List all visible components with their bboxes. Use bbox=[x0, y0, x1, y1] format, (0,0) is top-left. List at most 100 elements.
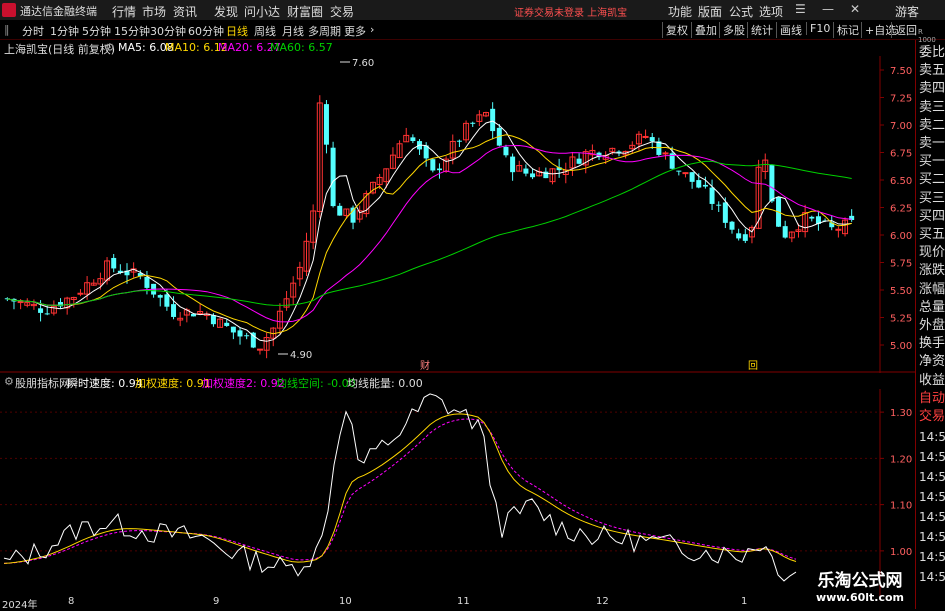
close-icon[interactable]: ✕ bbox=[850, 2, 860, 16]
chart-infobar: 上海凯宝(日线 前复权) ⚙ MA5: 6.08 MA10: 6.12 MA20… bbox=[0, 40, 880, 56]
candle-body bbox=[769, 164, 775, 202]
menu-icon[interactable]: ☰ bbox=[795, 2, 806, 16]
menu-faxian[interactable]: 发现 bbox=[214, 3, 238, 20]
trade-time: 14:56 bbox=[919, 470, 945, 484]
login-warning: 证券交易未登录 上海凯宝 bbox=[514, 8, 628, 19]
tab-30min[interactable]: 30分钟 bbox=[150, 23, 186, 39]
menu-gongshi[interactable]: 公式 bbox=[729, 3, 753, 20]
candle-body bbox=[490, 108, 496, 132]
candle-body bbox=[430, 159, 436, 171]
low-price-label: 4.90 bbox=[290, 350, 312, 361]
month-label: 8 bbox=[68, 596, 75, 607]
candle-body bbox=[237, 330, 243, 337]
f10-button[interactable]: F10 bbox=[806, 22, 830, 35]
indicator-chart[interactable]: 1.30 1.20 1.10 1.00 bbox=[0, 389, 915, 596]
candle-body bbox=[77, 292, 84, 295]
diejia-button[interactable]: 叠加 bbox=[691, 22, 717, 38]
menu-zixun[interactable]: 资讯 bbox=[173, 3, 197, 20]
duogu-button[interactable]: 多股 bbox=[719, 22, 745, 38]
biaoji-button[interactable]: 标记 bbox=[833, 22, 859, 38]
sidebar-label: 总量 bbox=[919, 299, 945, 315]
menu-shichang[interactable]: 市场 bbox=[142, 3, 166, 20]
huaxian-button[interactable]: 画线 bbox=[776, 22, 802, 38]
finance-marker[interactable]: 财 bbox=[420, 359, 430, 372]
month-label: 1 bbox=[741, 596, 748, 607]
sidebar-label: 收益 bbox=[919, 372, 945, 388]
sidebar-label: 换手 bbox=[919, 336, 945, 352]
ma5-line bbox=[7, 120, 852, 342]
candle-body bbox=[736, 233, 742, 239]
sidebar-label: 卖四 bbox=[919, 81, 945, 97]
candlestick-chart[interactable]: 7.50 7.25 7.00 6.75 6.50 6.25 6.00 5.75 5.50 5.25… bbox=[0, 56, 915, 373]
sidebar-label: 买三 bbox=[919, 190, 945, 206]
candle-body bbox=[716, 204, 722, 206]
tab-daily[interactable]: 日线 bbox=[226, 23, 248, 39]
ma60-line bbox=[7, 160, 852, 306]
tab-multiperiod[interactable]: 多周期 bbox=[308, 23, 341, 39]
candle-body bbox=[230, 326, 236, 333]
menu-gongneng[interactable]: 功能 bbox=[668, 3, 692, 20]
candle-body bbox=[470, 122, 476, 124]
candle-body bbox=[250, 332, 256, 348]
candle-body bbox=[702, 184, 708, 187]
weighted-speed-line bbox=[3, 413, 797, 564]
chevron-right-icon[interactable]: › bbox=[370, 23, 374, 36]
candle-body bbox=[164, 294, 170, 307]
candle-body bbox=[782, 226, 788, 238]
menu-hangqing[interactable]: 行情 bbox=[112, 3, 136, 20]
menu-xuanxiang[interactable]: 选项 bbox=[759, 3, 783, 20]
candle-body bbox=[436, 168, 442, 171]
sidebar-label: 外盘 bbox=[919, 318, 945, 333]
candle-body bbox=[722, 202, 728, 223]
trade-time: 14:56 bbox=[919, 430, 945, 444]
tab-5min[interactable]: 5分钟 bbox=[82, 23, 111, 39]
tongji-button[interactable]: 统计 bbox=[747, 22, 773, 38]
menu-caifuquan[interactable]: 财富圈 bbox=[287, 3, 323, 20]
candle-body bbox=[224, 322, 230, 326]
candle-body bbox=[330, 147, 336, 207]
candle-body bbox=[503, 146, 509, 156]
sidebar-label: 买二 bbox=[919, 172, 945, 188]
sidebar-label: 买四 bbox=[919, 208, 945, 224]
candle-body bbox=[210, 315, 216, 325]
candle-body bbox=[682, 172, 689, 175]
tab-weekly[interactable]: 周线 bbox=[254, 23, 276, 39]
candle-body bbox=[642, 135, 649, 138]
month-label: 11 bbox=[457, 596, 470, 607]
high-price-label: 7.60 bbox=[352, 58, 374, 69]
guest-label[interactable]: 游客 bbox=[895, 3, 919, 20]
candle-body bbox=[742, 234, 748, 241]
tab-60min[interactable]: 60分钟 bbox=[188, 23, 224, 39]
tab-more[interactable]: 更多 bbox=[344, 23, 366, 39]
menu-jiaoyi[interactable]: 交易 bbox=[330, 3, 354, 20]
sidebar-label[interactable]: 交易 bbox=[919, 408, 945, 426]
back-button[interactable]: 返回 bbox=[891, 22, 917, 38]
app-name: 通达信金融终端 bbox=[20, 5, 97, 18]
sidebar-label: 现价 bbox=[919, 245, 945, 261]
speed-line bbox=[3, 393, 797, 582]
candle-body bbox=[157, 295, 163, 298]
trade-time: 14:56 bbox=[919, 530, 945, 544]
sidebar-label: 卖一 bbox=[919, 136, 945, 151]
tab-15min[interactable]: 15分钟 bbox=[114, 23, 150, 39]
event-marker[interactable]: 回 bbox=[748, 360, 758, 372]
price-tick-label: 6.25 bbox=[890, 204, 912, 215]
sidebar-label[interactable]: 自动 bbox=[919, 390, 945, 408]
menubar: 通达信金融终端 行情 市场 资讯 发现 问小达 财富圈 交易 证券交易未登录 上… bbox=[0, 0, 945, 21]
app-logo-icon bbox=[2, 3, 16, 17]
fuquan-button[interactable]: 复权 bbox=[662, 22, 688, 38]
menu-banmian[interactable]: 版面 bbox=[698, 3, 722, 20]
tab-monthly[interactable]: 月线 bbox=[282, 23, 304, 39]
minimize-icon[interactable]: — bbox=[822, 2, 834, 16]
indicator-tick-label: 1.10 bbox=[890, 501, 912, 512]
settings-icon[interactable]: ⚙ bbox=[105, 41, 115, 54]
menu-wenxiaoda[interactable]: 问小达 bbox=[244, 3, 280, 20]
month-label: 10 bbox=[339, 596, 352, 607]
ma60-label: MA60: 6.57 bbox=[270, 41, 333, 54]
tab-fenshi[interactable]: 分时 bbox=[22, 23, 44, 39]
tab-1min[interactable]: 1分钟 bbox=[50, 23, 79, 39]
candle-body bbox=[17, 301, 24, 304]
indicator-settings-icon[interactable]: ⚙ bbox=[4, 375, 14, 388]
candle-body bbox=[689, 172, 695, 182]
sidebar-label: 涨幅 bbox=[919, 281, 945, 297]
